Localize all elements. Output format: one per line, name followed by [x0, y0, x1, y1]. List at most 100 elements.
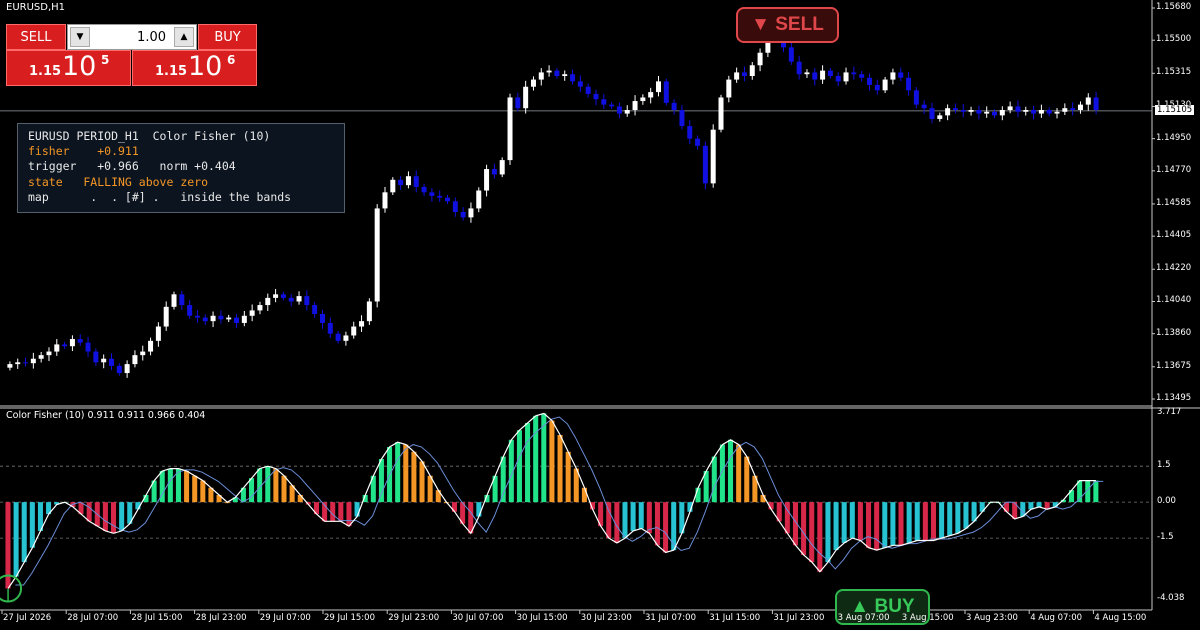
fisher-histogram-bar [849, 502, 855, 539]
buy-quote[interactable]: 1.15 10 6 [132, 50, 257, 86]
candle-body [327, 322, 333, 334]
symbol-title: EURUSD,H1 [6, 2, 66, 13]
lot-size-control: ▼ ▲ [67, 24, 197, 50]
candle-body [312, 305, 318, 314]
candle-body [23, 362, 29, 364]
time-axis-label: 3 Aug 15:00 [901, 613, 954, 623]
candle-body [140, 351, 146, 356]
candle-body [530, 79, 536, 87]
candle-body [866, 77, 872, 85]
candle-body [687, 126, 693, 139]
indicator-title: Color Fisher (10) 0.911 0.911 0.966 0.40… [6, 410, 206, 421]
candle-body [1093, 97, 1099, 110]
candle-body [429, 192, 435, 196]
fisher-histogram-bar [898, 502, 904, 546]
buy-quote-pips: 10 [188, 51, 223, 82]
buy-quote-fraction: 6 [227, 53, 236, 67]
price-axis-label: 1.14040 [1156, 295, 1192, 306]
candle-body [93, 351, 99, 363]
caret-down-icon[interactable]: ▼ [70, 27, 90, 47]
fisher-histogram-bar [330, 502, 336, 522]
fisher-histogram-bar [922, 502, 928, 541]
fisher-histogram-bar [817, 502, 823, 572]
candle-body [234, 317, 240, 323]
fisher-histogram-bar [801, 502, 807, 555]
lot-size-input[interactable] [92, 27, 166, 47]
fisher-histogram-bar [411, 451, 417, 503]
fisher-histogram-bar [866, 502, 872, 548]
time-axis-label: 3 Aug 23:00 [966, 613, 1018, 623]
candle-body [1038, 110, 1044, 114]
time-axis-label: 27 Jul 2026 [3, 613, 52, 623]
candle-body [304, 296, 310, 306]
caret-up-icon[interactable]: ▲ [174, 27, 194, 47]
candle-body [999, 110, 1005, 116]
fisher-histogram-bar [630, 502, 636, 531]
candle-body [85, 342, 91, 352]
fisher-histogram-bar [825, 502, 831, 563]
candle-body [226, 317, 232, 320]
fisher-histogram-bar [549, 420, 555, 503]
candle-body [116, 365, 122, 374]
candle-body [101, 358, 107, 363]
candle-body [538, 72, 544, 80]
time-axis-label: 30 Jul 23:00 [580, 613, 632, 623]
candle-body [202, 317, 208, 322]
candle-body [319, 314, 325, 323]
fisher-histogram-bar [963, 502, 969, 529]
fisher-histogram-bar [736, 444, 742, 503]
sell-quote[interactable]: 1.15 10 5 [6, 50, 131, 86]
candle-body [499, 160, 505, 175]
candle-body [1031, 110, 1037, 114]
candle-body [265, 297, 271, 306]
buy-button[interactable]: BUY [198, 24, 257, 50]
candle-body [968, 110, 974, 112]
candle-body [280, 294, 286, 298]
fisher-histogram-bar [346, 502, 352, 527]
candle-body [913, 90, 919, 105]
candle-body [921, 104, 927, 109]
candle-body [648, 92, 654, 98]
fisher-histogram-bar [297, 494, 303, 503]
info-line-state: state FALLING above zero [28, 174, 209, 189]
fisher-histogram-bar [403, 444, 409, 503]
time-axis-label: 31 Jul 07:00 [645, 613, 696, 623]
fisher-histogram-bar [906, 502, 912, 543]
candle-body [335, 333, 341, 341]
candle-body [405, 176, 411, 186]
candle-body [960, 110, 966, 112]
candle-body [851, 72, 857, 75]
candle-body [741, 72, 747, 76]
info-line-fisher: fisher +0.911 [28, 144, 139, 159]
candle-body [718, 97, 724, 130]
candle-body [726, 79, 732, 98]
time-axis-label: 28 Jul 23:00 [195, 613, 247, 623]
candle-body [640, 97, 646, 102]
fisher-histogram-bar [516, 430, 522, 503]
candle-body [398, 179, 404, 186]
price-axis-label: 1.15500 [1156, 34, 1192, 45]
candle-body [163, 306, 169, 327]
fisher-histogram-bar [728, 439, 734, 503]
fisher-histogram-bar [654, 502, 660, 546]
chart-canvas[interactable] [0, 0, 1200, 630]
candle-body [827, 70, 833, 76]
candle-body [476, 190, 482, 209]
fisher-histogram-bar [184, 470, 190, 503]
time-axis-label: 29 Jul 15:00 [324, 613, 375, 623]
indicator-axis-label: -1.5 [1157, 532, 1174, 543]
candle-body [390, 179, 396, 193]
fisher-histogram-bar [167, 468, 173, 503]
sell-button[interactable]: SELL [6, 24, 66, 50]
candle-body [984, 111, 990, 114]
buy-quote-prefix: 1.15 [155, 64, 188, 79]
fisher-histogram-bar [395, 442, 401, 503]
fisher-histogram-bar [265, 466, 271, 503]
candle-body [898, 72, 904, 78]
candle-body [585, 86, 591, 94]
candle-body [702, 145, 708, 184]
fisher-histogram-bar [533, 415, 539, 503]
fisher-histogram-bar [857, 502, 863, 541]
candle-body [804, 72, 810, 75]
fisher-histogram-bar [955, 502, 961, 534]
